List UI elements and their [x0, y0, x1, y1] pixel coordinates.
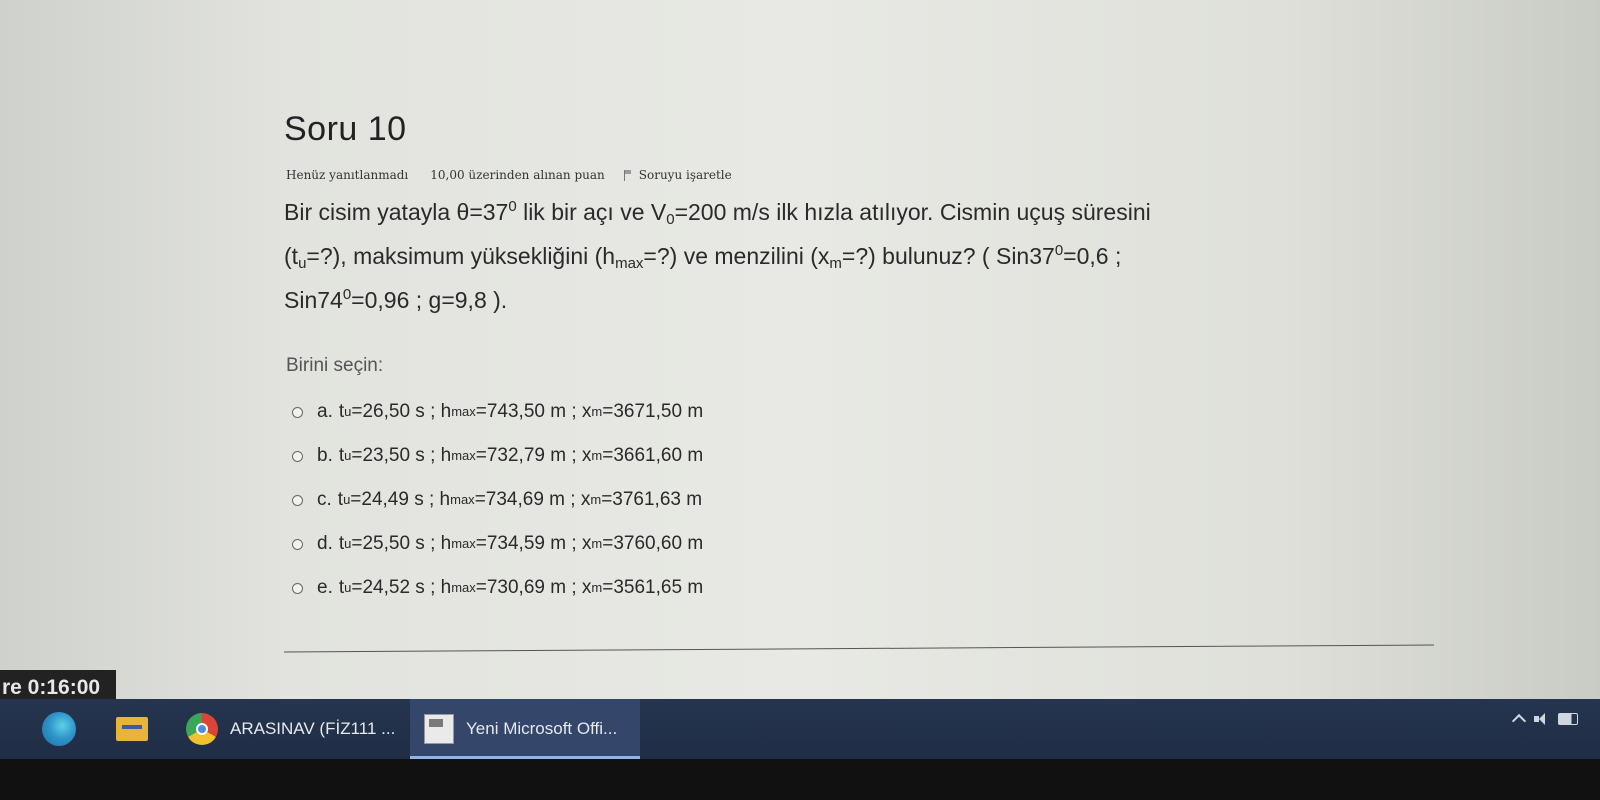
screen-bezel	[0, 759, 1600, 800]
flag-question-link[interactable]: Soruyu işaretle	[639, 168, 732, 182]
quiz-page: Soru 10 Henüz yanıtlanmadı 10,00 üzerind…	[0, 0, 1600, 700]
radio-button[interactable]	[292, 538, 303, 550]
answer-list: a. t u =26,50 s ; h max =743,50 m ; x m =3671,5…	[292, 390, 703, 610]
folder-icon[interactable]	[116, 717, 148, 741]
taskbar: ARASINAV (FİZ111 ... Yeni Microsoft Offi…	[0, 699, 1600, 759]
speaker-icon[interactable]	[1534, 713, 1548, 725]
question-points: 10,00 üzerinden alınan puan	[430, 168, 605, 182]
taskbar-chrome-window[interactable]: ARASINAV (FİZ111 ...	[186, 699, 396, 759]
question-line-1: Bir cisim yatayla θ=370 lik bir açı ve V…	[284, 198, 1151, 228]
question-title: Soru 10	[284, 110, 407, 148]
choose-label: Birini seçin:	[286, 355, 384, 376]
taskbar-file-explorer[interactable]	[116, 699, 148, 759]
radio-button[interactable]	[292, 450, 303, 462]
battery-icon[interactable]	[1558, 713, 1578, 725]
answer-option-a[interactable]: a. t u =26,50 s ; h max =743,50 m ; x m =3671,5…	[292, 390, 703, 434]
separator-line	[284, 644, 1434, 653]
question-text: Bir cisim yatayla θ=370 lik bir açı ve V…	[284, 190, 1394, 322]
radio-button[interactable]	[292, 582, 303, 594]
word-window-label: Yeni Microsoft Offi...	[466, 719, 618, 738]
answer-option-e[interactable]: e. t u =24,52 s ; h max =730,69 m ; x m =3561,6…	[292, 566, 703, 610]
chrome-window-label: ARASINAV (FİZ111 ...	[230, 719, 396, 738]
answer-option-b[interactable]: b. t u =23,50 s ; h max =732,79 m ; x m =3661,6…	[292, 434, 703, 478]
answer-option-d[interactable]: d. t u =25,50 s ; h max =734,59 m ; x m =3760,6…	[292, 522, 703, 566]
radio-button[interactable]	[292, 494, 303, 506]
taskbar-edge[interactable]	[42, 699, 76, 759]
chevron-up-icon[interactable]	[1511, 713, 1527, 729]
flag-icon[interactable]	[623, 169, 633, 181]
question-line-3: Sin740=0,96 ; g=9,8 ).	[284, 286, 508, 313]
edge-icon[interactable]	[42, 712, 76, 746]
chrome-icon	[186, 713, 218, 745]
radio-button[interactable]	[292, 406, 303, 418]
question-status: Henüz yanıtlanmadı	[286, 168, 409, 182]
system-tray	[1511, 699, 1578, 739]
question-info: Henüz yanıtlanmadı 10,00 üzerinden alına…	[286, 168, 732, 182]
taskbar-word-window[interactable]: Yeni Microsoft Offi...	[410, 699, 640, 759]
question-line-2: (tu=?), maksimum yüksekliğini (hmax=?) v…	[284, 242, 1122, 272]
answer-option-c[interactable]: c. t u =24,49 s ; h max =734,69 m ; x m =3761,6…	[292, 478, 703, 522]
document-icon	[424, 714, 454, 744]
